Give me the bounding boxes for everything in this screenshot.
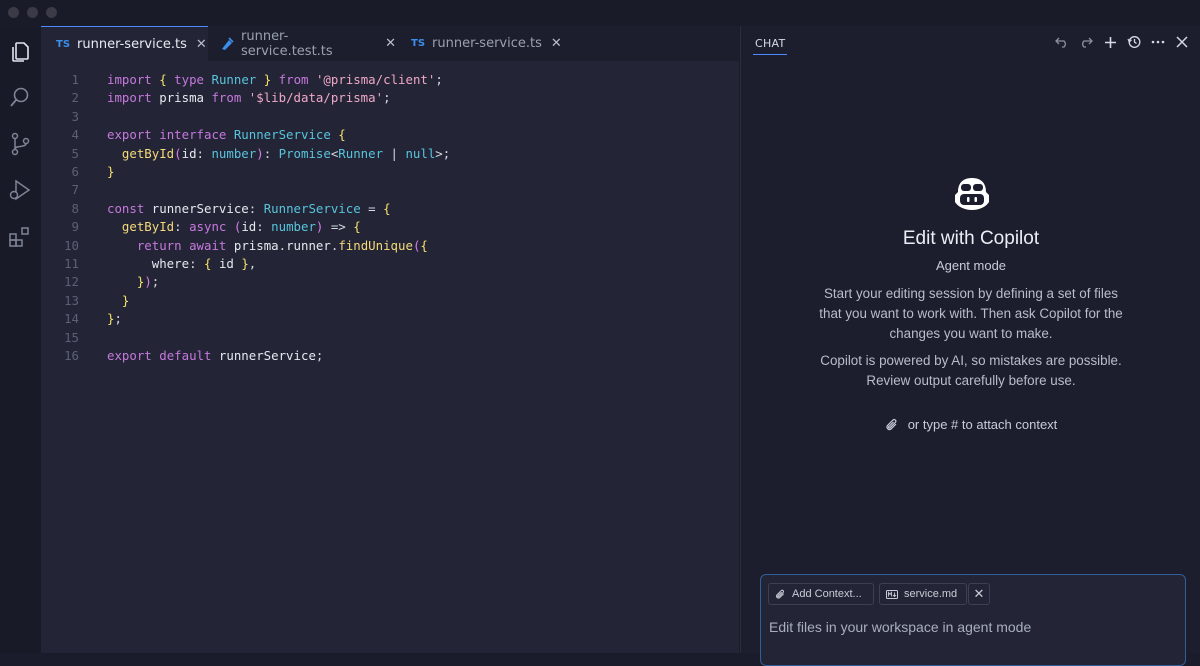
line-number: 12 [64,274,79,290]
chat-header-actions [1055,34,1189,50]
code-text: } [107,164,115,179]
typescript-file-icon: TS [56,38,71,50]
code-text: where: { id }, [151,256,257,271]
tab-runner-service-test[interactable]: runner-service.test.ts ✕ [208,26,396,61]
line-number: 1 [71,72,79,87]
markdown-file-icon [886,589,898,599]
undo-icon[interactable] [1055,34,1069,50]
line-number: 15 [64,329,79,345]
window-maximize-button[interactable] [46,7,57,18]
paperclip-icon [885,418,899,432]
close-icon[interactable]: ✕ [385,36,396,51]
remove-file-context-button[interactable]: ✕ [968,583,990,605]
line-number: 9 [71,219,79,235]
test-file-icon [220,36,234,51]
editor-tab-bar: TS runner-service.ts ✕ runner-service.te… [41,26,739,61]
tab-label: runner-service.ts [77,36,187,52]
file-context-chip[interactable]: service.md [879,583,967,605]
code-text: export interface RunnerService { [107,127,346,143]
line-number: 7 [71,182,79,198]
explorer-icon[interactable] [6,36,34,64]
line-number: 5 [71,145,79,161]
search-icon[interactable] [6,83,34,111]
file-chip-label: service.md [904,588,958,600]
code-text: }; [107,311,122,327]
title-bar [0,0,1200,26]
chat-input-box[interactable]: Add Context... service.md ✕ [760,574,1186,666]
attach-context-hint: or type # to attach context [741,417,1200,432]
paperclip-icon [775,589,786,600]
chat-panel: CHAT Edit with Copilot Agent mode Start … [740,26,1200,666]
close-icon[interactable]: ✕ [551,36,562,51]
code-text: import prisma from '$lib/data/prisma'; [107,90,391,106]
attach-hint-text: or type # to attach context [907,417,1058,432]
code-text: getById: async (id: number) => { [121,219,361,235]
line-number: 11 [64,256,79,271]
tab-runner-service-2[interactable]: TS runner-service.ts ✕ [396,26,564,61]
active-tab-indicator [753,54,787,55]
activity-bar [0,26,42,653]
tab-label: runner-service.ts [432,36,542,51]
code-text: import { type Runner } from '@prisma/cli… [107,72,443,87]
line-number: 4 [71,127,79,143]
line-number: 3 [71,108,79,124]
add-context-label: Add Context... [792,588,862,600]
window-close-button[interactable] [8,7,19,18]
window-minimize-button[interactable] [27,7,38,18]
history-icon[interactable] [1127,34,1141,50]
chat-description: Start your editing session by defining a… [819,286,1123,341]
chat-tab-title[interactable]: CHAT [755,37,786,50]
line-number: 10 [64,237,79,253]
code-text: }); [136,274,160,290]
tab-runner-service[interactable]: TS runner-service.ts ✕ [41,26,208,61]
redo-icon[interactable] [1079,34,1093,50]
line-number: 6 [71,164,79,179]
add-context-button[interactable]: Add Context... [768,583,874,605]
source-control-icon[interactable] [6,130,34,158]
more-icon[interactable] [1151,34,1165,50]
code-text: } [121,292,130,308]
chat-input[interactable] [769,617,1169,637]
tab-label: runner-service.test.ts [241,28,333,59]
extensions-icon[interactable] [6,223,34,251]
line-number: 14 [64,311,79,327]
line-number: 16 [64,348,79,363]
typescript-file-icon: TS [411,38,426,49]
plus-icon[interactable] [1103,34,1117,50]
line-number: 8 [71,200,79,216]
code-text: export default runnerService; [107,348,324,363]
chat-empty-title: Edit with Copilot [902,228,1040,249]
code-text: getById(id: number): Promise<Runner | nu… [121,145,451,161]
copilot-icon [952,176,992,216]
line-number: 13 [64,292,79,308]
code-text: return await prisma.runner.findUnique({ [136,237,428,253]
close-icon[interactable] [1175,34,1189,50]
editor-pane: TS runner-service.ts ✕ runner-service.te… [41,26,739,653]
chat-mode-label: Agent mode [935,258,1007,273]
chat-disclaimer: Copilot is powered by AI, so mistakes ar… [820,353,1122,388]
code-text: const runnerService: RunnerService = { [107,200,391,216]
run-debug-icon[interactable] [6,176,34,204]
close-icon[interactable]: ✕ [196,37,207,52]
line-number: 2 [71,90,79,106]
